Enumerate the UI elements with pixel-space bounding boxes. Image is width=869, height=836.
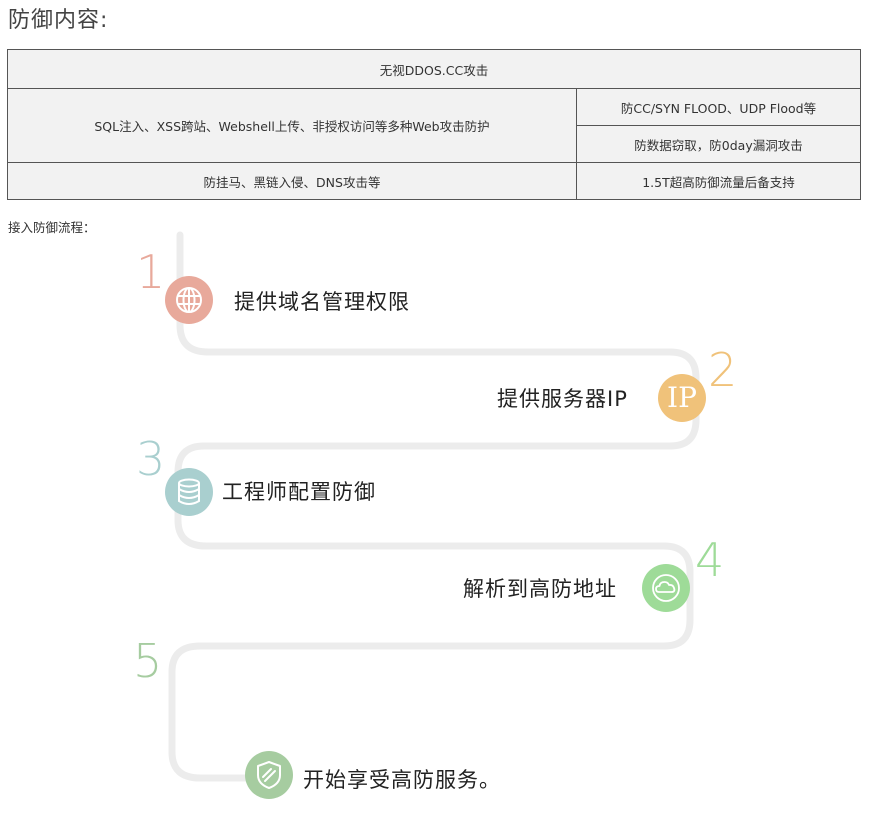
- step-1-circle: [165, 276, 213, 324]
- flow-path: [168, 231, 700, 782]
- cloud-icon: [652, 574, 680, 602]
- shield-icon: [257, 761, 281, 789]
- step-5-circle: [245, 751, 293, 799]
- database-icon: [178, 478, 200, 505]
- step-3-number: 3: [136, 432, 166, 486]
- step-4-number: 4: [695, 533, 725, 587]
- ip-icon: IP: [667, 381, 697, 414]
- step-5-number: 5: [133, 634, 163, 688]
- step-2-number: 2: [708, 343, 738, 397]
- step-4-circle: [642, 564, 690, 612]
- step-1-number: 1: [136, 245, 166, 299]
- step-2-circle: IP: [658, 374, 706, 422]
- step-3-text: 工程师配置防御: [222, 480, 376, 504]
- step-1-text: 提供域名管理权限: [234, 290, 410, 314]
- step-4-text: 解析到高防地址: [463, 577, 617, 601]
- globe-icon: [176, 287, 202, 313]
- step-3-circle: [165, 468, 213, 516]
- step-5-text: 开始享受高防服务。: [303, 768, 501, 792]
- step-2-text: 提供服务器IP: [497, 387, 628, 411]
